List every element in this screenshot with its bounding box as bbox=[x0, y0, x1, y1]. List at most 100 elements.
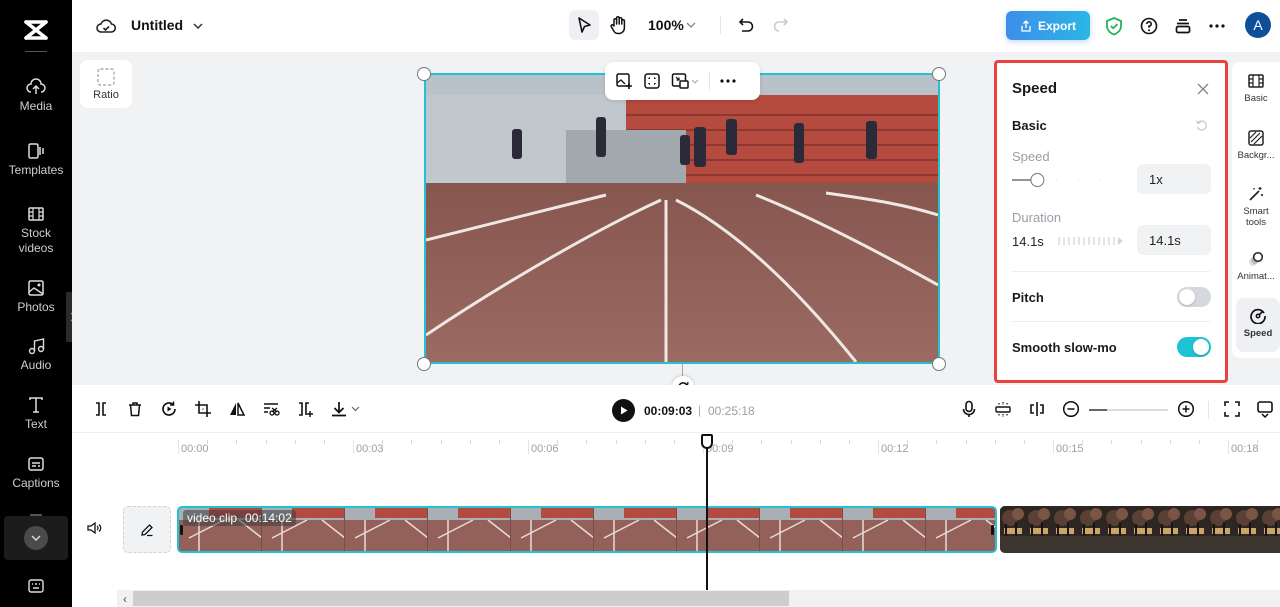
scroll-left-button[interactable]: ‹ bbox=[117, 590, 133, 607]
replay-button[interactable] bbox=[160, 400, 178, 418]
project-title[interactable]: Untitled bbox=[131, 17, 183, 33]
crop-button[interactable] bbox=[194, 400, 212, 418]
ruler-label: 00:12 bbox=[881, 443, 909, 455]
remove-silence-button[interactable] bbox=[262, 400, 280, 418]
auto-snap-button[interactable] bbox=[994, 400, 1012, 418]
preview-mode-button[interactable] bbox=[1256, 400, 1274, 418]
ratio-label: Ratio bbox=[93, 89, 119, 101]
timeline-scrollbar[interactable]: ‹ bbox=[117, 590, 1280, 607]
zoom-out-button[interactable] bbox=[1062, 400, 1080, 418]
sidebar-item-captions[interactable]: Captions bbox=[0, 455, 72, 491]
reset-button[interactable] bbox=[1195, 119, 1208, 132]
speed-input[interactable]: 1x bbox=[1137, 164, 1211, 194]
hand-tool-button[interactable] bbox=[606, 13, 630, 37]
download-button[interactable] bbox=[330, 400, 360, 418]
music-note-icon bbox=[28, 338, 45, 355]
cloud-check-icon bbox=[96, 19, 116, 33]
sidebar-item-audio[interactable]: Audio bbox=[0, 337, 72, 373]
rail-item-animation[interactable]: Animat... bbox=[1232, 251, 1280, 282]
film-icon bbox=[28, 207, 44, 221]
zoom-level[interactable]: 100% bbox=[648, 17, 684, 33]
more-options-button[interactable] bbox=[1206, 15, 1228, 37]
redo-button[interactable] bbox=[771, 15, 791, 35]
film-icon bbox=[1248, 74, 1264, 88]
rail-item-speed-active[interactable]: Speed bbox=[1236, 298, 1280, 352]
fit-screen-icon bbox=[644, 73, 660, 89]
speedometer-icon bbox=[1250, 308, 1266, 324]
fit-timeline-button[interactable] bbox=[1223, 400, 1241, 418]
smart-split-button[interactable] bbox=[296, 400, 314, 418]
playhead-handle[interactable] bbox=[701, 434, 713, 449]
split-link-button[interactable] bbox=[1028, 400, 1046, 418]
resize-handle-bottom-right[interactable] bbox=[932, 357, 946, 371]
ruler-minor-tick bbox=[673, 440, 675, 444]
speed-slider[interactable] bbox=[1012, 171, 1130, 189]
pitch-toggle[interactable] bbox=[1177, 287, 1211, 307]
sidebar-item-text[interactable]: Text bbox=[0, 396, 72, 432]
record-voice-button[interactable] bbox=[960, 400, 978, 418]
split-icon bbox=[96, 402, 106, 416]
timeline-ruler[interactable]: 00:00 00:03 00:06 00:09 00:12 00:15 00:18 bbox=[72, 433, 1280, 463]
help-button[interactable] bbox=[1138, 15, 1160, 37]
section-basic: Basic bbox=[1012, 118, 1047, 133]
clip-trim-handle-left[interactable] bbox=[180, 525, 183, 535]
more-options-button[interactable] bbox=[720, 79, 736, 83]
ruler-minor-tick bbox=[644, 440, 646, 444]
resize-handle-top-left[interactable] bbox=[417, 67, 431, 81]
trash-icon bbox=[129, 402, 141, 417]
sidebar-item-stock-videos[interactable]: Stock videos bbox=[0, 205, 72, 256]
capcut-logo[interactable] bbox=[22, 16, 50, 44]
sidebar-item-keyboard[interactable] bbox=[0, 578, 72, 597]
cloud-save-status[interactable] bbox=[96, 16, 116, 36]
video-preview[interactable] bbox=[424, 73, 940, 364]
playhead[interactable] bbox=[706, 434, 708, 590]
select-tool-button[interactable] bbox=[569, 10, 599, 40]
edit-cover-button[interactable] bbox=[123, 506, 171, 553]
avatar[interactable]: A bbox=[1245, 12, 1271, 38]
rail-item-smart-tools[interactable]: Smart tools bbox=[1232, 186, 1280, 228]
sidebar-item-templates[interactable]: Templates bbox=[0, 142, 72, 178]
video-clip[interactable]: video clip 00:14:02 bbox=[177, 506, 997, 553]
track-mute-button[interactable] bbox=[86, 521, 102, 535]
picture-in-picture-button[interactable] bbox=[671, 72, 699, 90]
rail-item-speed[interactable]: Speed bbox=[1234, 308, 1280, 339]
delete-button[interactable] bbox=[126, 400, 144, 418]
replace-image-button[interactable] bbox=[615, 72, 633, 90]
fit-frame-button[interactable] bbox=[643, 72, 661, 90]
sidebar-item-label: Photos bbox=[17, 300, 55, 314]
split-button[interactable] bbox=[92, 400, 110, 418]
security-button[interactable] bbox=[1103, 15, 1125, 37]
scrollbar-thumb[interactable] bbox=[133, 591, 789, 606]
rail-item-background[interactable]: Backgr... bbox=[1232, 130, 1280, 161]
divider bbox=[1012, 321, 1210, 322]
undo-button[interactable] bbox=[736, 15, 756, 35]
video-frame-image bbox=[426, 75, 938, 362]
layers-button[interactable] bbox=[1172, 15, 1194, 37]
video-clip-2[interactable] bbox=[1000, 506, 1280, 553]
cloud-upload-icon bbox=[26, 78, 46, 94]
zoom-dropdown[interactable] bbox=[684, 18, 698, 32]
title-dropdown[interactable] bbox=[190, 18, 206, 34]
sidebar-item-photos[interactable]: Photos bbox=[0, 279, 72, 315]
ruler-minor-tick bbox=[615, 440, 617, 444]
ruler-minor-tick bbox=[557, 440, 559, 444]
duration-input[interactable]: 14.1s bbox=[1137, 225, 1211, 255]
ratio-button[interactable]: Ratio bbox=[80, 60, 132, 108]
resize-handle-top-right[interactable] bbox=[932, 67, 946, 81]
sidebar-item-media[interactable]: Media bbox=[0, 78, 72, 114]
zoom-in-button[interactable] bbox=[1177, 400, 1195, 418]
expand-more-button[interactable] bbox=[24, 526, 48, 550]
close-button[interactable] bbox=[1197, 83, 1209, 95]
rail-item-basic[interactable]: Basic bbox=[1232, 73, 1280, 104]
smooth-slowmo-toggle[interactable] bbox=[1177, 337, 1211, 357]
resize-handle-bottom-left[interactable] bbox=[417, 357, 431, 371]
ruler-major-tick bbox=[1053, 440, 1054, 454]
play-button[interactable] bbox=[612, 399, 635, 422]
mirror-button[interactable] bbox=[228, 400, 246, 418]
play-icon bbox=[620, 406, 627, 415]
ruler-label: 00:18 bbox=[1231, 443, 1259, 455]
timeline-zoom-slider[interactable] bbox=[1089, 409, 1168, 411]
export-button[interactable]: Export bbox=[1006, 11, 1090, 40]
sidebar-item-label: Media bbox=[19, 99, 53, 113]
clip-trim-handle-right[interactable] bbox=[991, 525, 994, 535]
